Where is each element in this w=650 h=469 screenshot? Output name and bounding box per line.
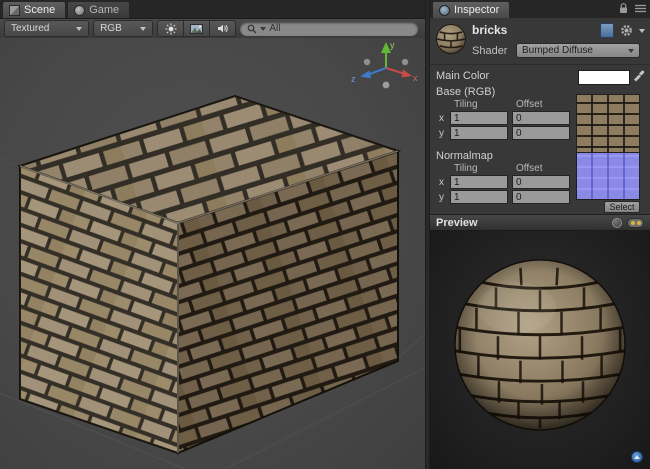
scene-3d-canvas: y x z bbox=[0, 38, 425, 469]
normalmap-y-offset-field[interactable] bbox=[512, 190, 570, 204]
scene-panel: Scene Game Textured RGB bbox=[0, 0, 425, 469]
unity-editor-window: Scene Game Textured RGB bbox=[0, 0, 650, 469]
main-color-swatch[interactable] bbox=[578, 70, 630, 85]
search-icon bbox=[247, 24, 257, 34]
normalmap-y-axis-label: y bbox=[439, 192, 444, 203]
lock-icon[interactable] bbox=[619, 3, 628, 14]
normalmap-offset-header: Offset bbox=[516, 163, 543, 174]
material-properties: Main Color Base (RGB) Tiling Offset x y … bbox=[430, 64, 650, 214]
scene-tab-icon bbox=[9, 5, 20, 16]
inspector-tab-icon bbox=[439, 5, 450, 16]
game-tab-icon bbox=[74, 5, 85, 16]
preview-model-icon[interactable] bbox=[612, 218, 622, 228]
scene-tabbar: Scene Game bbox=[0, 0, 425, 19]
tab-game-label: Game bbox=[89, 4, 119, 16]
normalmap-tiling-header: Tiling bbox=[454, 163, 478, 174]
normalmap-x-axis-label: x bbox=[439, 177, 444, 188]
gizmo-neg-y-cone bbox=[383, 82, 390, 89]
material-name: bricks bbox=[472, 23, 507, 37]
draw-mode-dropdown[interactable]: Textured bbox=[4, 20, 89, 37]
lighting-toggle-button[interactable] bbox=[157, 20, 184, 37]
gizmo-x-label[interactable]: x bbox=[413, 73, 418, 83]
material-sphere-thumbnail[interactable] bbox=[435, 23, 467, 55]
color-mode-dropdown[interactable]: RGB bbox=[93, 20, 153, 37]
search-filter-chevron-icon bbox=[260, 27, 266, 31]
normalmap-y-tiling-field[interactable] bbox=[450, 190, 508, 204]
chevron-down-icon bbox=[76, 27, 82, 31]
base-x-offset-field[interactable] bbox=[512, 111, 570, 125]
gizmo-neg-z-cone bbox=[402, 59, 408, 65]
tab-inspector-label: Inspector bbox=[454, 4, 499, 16]
base-y-tiling-field[interactable] bbox=[450, 126, 508, 140]
inspector-tabbar: Inspector bbox=[430, 0, 650, 19]
gizmo-x-axis-cone bbox=[402, 70, 413, 78]
gizmo-y-label[interactable]: y bbox=[390, 40, 395, 50]
orientation-gizmo: y x z bbox=[351, 40, 418, 88]
normalmap-texture-select-button[interactable]: Select bbox=[604, 201, 640, 213]
gear-icon[interactable] bbox=[620, 24, 633, 37]
search-filter-value: All bbox=[269, 23, 280, 34]
base-x-tiling-field[interactable] bbox=[450, 111, 508, 125]
preview-header[interactable]: Preview bbox=[430, 214, 650, 231]
normalmap-x-offset-field[interactable] bbox=[512, 175, 570, 189]
shader-label: Shader bbox=[472, 45, 507, 57]
scene-viewport[interactable]: y x z bbox=[0, 38, 425, 469]
color-mode-value: RGB bbox=[100, 23, 122, 34]
preview-options-icon[interactable] bbox=[627, 218, 644, 228]
scene-view-toggles bbox=[157, 20, 236, 37]
base-texture-thumbnail[interactable] bbox=[576, 94, 640, 158]
inspector-panel: Inspector bbox=[430, 0, 650, 469]
help-doc-icon[interactable] bbox=[600, 23, 614, 38]
material-header: bricks Shader Bumped Diffuse bbox=[430, 18, 650, 65]
eyedropper-icon[interactable] bbox=[632, 69, 646, 83]
tab-scene[interactable]: Scene bbox=[2, 1, 66, 18]
tab-menu-icon[interactable] bbox=[635, 4, 646, 13]
normalmap-texture-thumbnail[interactable] bbox=[576, 152, 640, 200]
notification-badge[interactable] bbox=[631, 451, 643, 463]
preview-title: Preview bbox=[436, 217, 478, 229]
tab-game[interactable]: Game bbox=[67, 1, 130, 18]
normalmap-section-title: Normalmap bbox=[436, 150, 493, 162]
normalmap-x-tiling-field[interactable] bbox=[450, 175, 508, 189]
base-offset-header: Offset bbox=[516, 99, 543, 110]
preview-area[interactable] bbox=[430, 231, 650, 469]
gizmo-neg-x-cone bbox=[364, 59, 370, 65]
chevron-down-icon bbox=[140, 27, 146, 31]
tab-inspector[interactable]: Inspector bbox=[432, 1, 510, 18]
base-y-axis-label: y bbox=[439, 128, 444, 139]
skybox-icon bbox=[190, 24, 203, 34]
audio-toggle-button[interactable] bbox=[210, 20, 236, 37]
base-tiling-header: Tiling bbox=[454, 99, 478, 110]
base-x-axis-label: x bbox=[439, 113, 444, 124]
speaker-icon bbox=[217, 23, 229, 34]
gizmo-z-label[interactable]: z bbox=[351, 74, 356, 84]
draw-mode-value: Textured bbox=[11, 23, 49, 34]
brick-cube-mesh bbox=[20, 96, 398, 453]
scene-toolbar: Textured RGB bbox=[0, 19, 425, 39]
context-menu-chevron-icon[interactable] bbox=[639, 29, 645, 33]
base-section-title: Base (RGB) bbox=[436, 86, 495, 98]
shader-dropdown[interactable]: Bumped Diffuse bbox=[516, 43, 640, 58]
shader-value: Bumped Diffuse bbox=[522, 45, 593, 56]
main-color-label: Main Color bbox=[436, 70, 489, 82]
scene-search-field[interactable]: All bbox=[240, 22, 418, 36]
preview-brick-sphere bbox=[452, 257, 628, 433]
up-arrow-icon bbox=[634, 455, 640, 459]
skybox-toggle-button[interactable] bbox=[184, 20, 210, 37]
tab-scene-label: Scene bbox=[24, 4, 55, 16]
sun-icon bbox=[165, 23, 177, 35]
gizmo-z-axis-cone bbox=[360, 71, 371, 79]
chevron-down-icon bbox=[628, 49, 634, 53]
base-y-offset-field[interactable] bbox=[512, 126, 570, 140]
